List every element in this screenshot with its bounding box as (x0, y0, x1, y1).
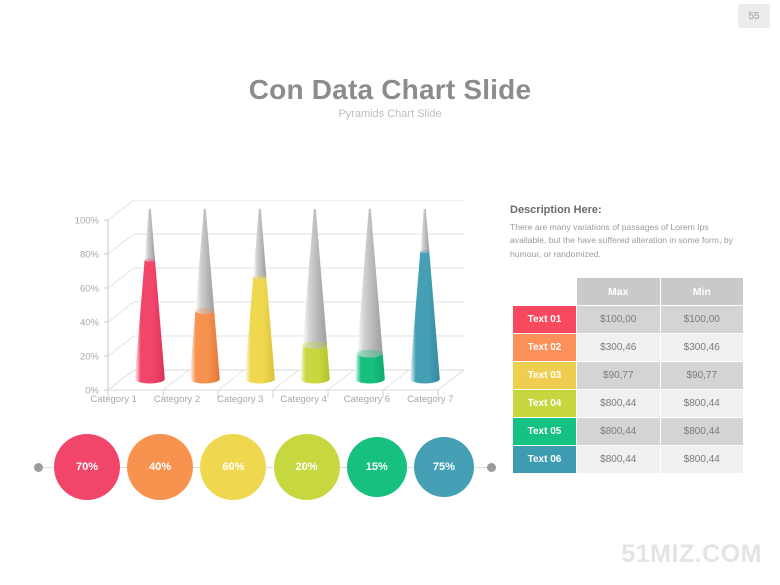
x-axis-label-5: Category 6 (343, 394, 391, 405)
table-cell-max: $300,46 (576, 333, 661, 362)
percent-circle-3[interactable]: 60% (200, 434, 267, 500)
table-row-label: Text 06 (512, 445, 577, 474)
watermark: 51MIZ.COM (621, 540, 762, 568)
table-header-min: Min (659, 277, 744, 306)
description-body: There are many variations of passages of… (510, 222, 733, 259)
chart-x-axis-labels: Category 1 Category 2 Category 3 Category 4… (82, 394, 462, 410)
x-axis-label-6: Category 7 (407, 394, 454, 405)
percent-circle-4[interactable]: 20% (273, 434, 340, 500)
chart-cone-series (134, 208, 440, 384)
table-row: Text 01 $100,00 $100,00 (512, 305, 744, 334)
table-row: Text 03 $90,77 $90,77 (512, 361, 744, 390)
table-row: Text 02 $300,46 $300,46 (512, 333, 744, 362)
x-axis-label-4: Category 4 (280, 394, 327, 405)
table-cell-max: $100,00 (576, 305, 661, 334)
table-cell-min: $800,44 (659, 417, 744, 446)
chart-y-axis-labels: 100%80%60%40%20%0% (75, 216, 100, 397)
table-cell-min: $800,44 (659, 389, 744, 418)
svg-text:40%: 40% (80, 318, 100, 329)
percent-circle-2[interactable]: 40% (127, 434, 194, 500)
table-cell-max: $800,44 (576, 445, 661, 474)
table-row: Text 04 $800,44 $800,44 (512, 389, 744, 418)
page-number-badge: 55 (738, 4, 770, 28)
table-cell-min: $90,77 (659, 361, 744, 390)
table-cell-min: $800,44 (659, 445, 744, 474)
table-row-label: Text 01 (512, 305, 577, 334)
table-row: Text 05 $800,44 $800,44 (512, 417, 744, 446)
page-subtitle: Pyramids Chart Slide (338, 108, 442, 120)
cone-chart: 100% 80% 60% 40% 20% 0% (40, 200, 490, 415)
percent-circle-6[interactable]: 75% (413, 437, 474, 497)
percent-circle-1[interactable]: 70% (54, 434, 120, 500)
table-row-label: Text 05 (512, 417, 577, 446)
table-header-max: Max (576, 277, 661, 306)
connector-dot-right (487, 463, 496, 472)
table-cell-max: $800,44 (576, 417, 661, 446)
description-heading: Description Here: (510, 204, 602, 216)
table-cell-min: $300,46 (659, 333, 744, 362)
table-cell-max: $800,44 (576, 389, 661, 418)
x-axis-label-1: Category 1 (90, 394, 137, 405)
svg-text:20%: 20% (80, 352, 100, 363)
x-axis-label-2: Category 2 (153, 394, 201, 405)
percent-circle-5[interactable]: 15% (346, 437, 407, 497)
svg-text:100%: 100% (75, 216, 100, 227)
table-header-blank (512, 277, 577, 306)
x-axis-label-3: Category 3 (217, 394, 264, 405)
page-number-text: 55 (748, 10, 760, 22)
table-header-row: Max Min (512, 277, 744, 306)
table-cell-max: $90,77 (576, 361, 661, 390)
svg-text:80%: 80% (80, 250, 100, 261)
svg-text:60%: 60% (80, 284, 100, 295)
percent-circle-row: 70% 40% 60% 20% 15% 75% (30, 430, 500, 506)
table-row-label: Text 03 (512, 361, 577, 390)
cone-chart-svg: 100%80%60%40%20%0% (75, 200, 466, 398)
table-row-label: Text 04 (512, 389, 577, 418)
page-title: Con Data Chart Slide (248, 74, 532, 105)
table-cell-min: $100,00 (659, 305, 744, 334)
connector-dot-left (34, 463, 43, 472)
table-row-label: Text 02 (512, 333, 577, 362)
data-table: Max Min Text 01 $100,00 $100,00 Text 02 $300,… (512, 277, 744, 474)
table-row: Text 06 $800,44 $800,44 (512, 445, 744, 474)
